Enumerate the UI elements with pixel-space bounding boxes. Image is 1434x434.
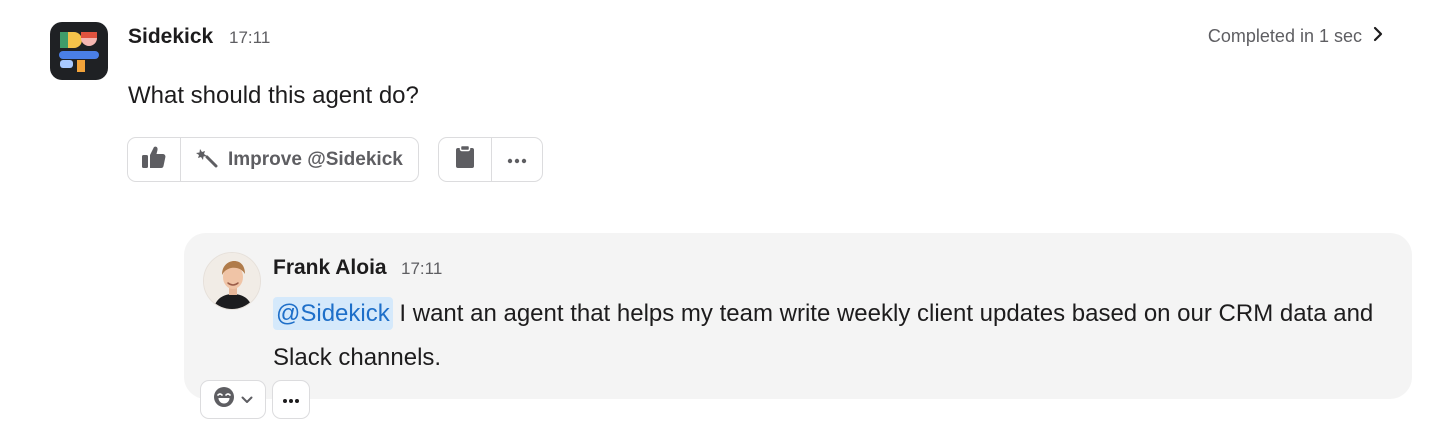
agent-sender-name[interactable]: Sidekick bbox=[128, 25, 213, 49]
chevron-right-icon bbox=[1372, 26, 1384, 47]
magic-wand-icon bbox=[196, 146, 218, 173]
more-icon bbox=[507, 151, 527, 169]
thumbs-up-button[interactable] bbox=[128, 138, 180, 181]
chevron-down-icon bbox=[241, 391, 253, 409]
clipboard-icon bbox=[455, 144, 475, 174]
completion-status[interactable]: Completed in 1 sec bbox=[1208, 26, 1384, 47]
emoji-icon bbox=[213, 386, 235, 413]
user-message-body: I want an agent that helps my team write… bbox=[273, 300, 1374, 371]
user-timestamp[interactable]: 17:11 bbox=[401, 259, 442, 279]
user-message-more-button[interactable] bbox=[272, 380, 310, 419]
user-message-text: @Sidekick I want an agent that helps my … bbox=[273, 292, 1398, 380]
feedback-actions: Improve @Sidekick bbox=[127, 137, 419, 182]
add-reaction-button[interactable] bbox=[200, 380, 266, 419]
message-actions bbox=[438, 137, 543, 182]
improve-sidekick-label: Improve @Sidekick bbox=[228, 148, 403, 170]
more-actions-button[interactable] bbox=[491, 138, 542, 181]
user-avatar[interactable] bbox=[203, 252, 261, 310]
sidekick-mention[interactable]: @Sidekick bbox=[273, 297, 393, 330]
user-photo bbox=[204, 253, 260, 309]
user-sender-name[interactable]: Frank Aloia bbox=[273, 256, 387, 280]
more-icon bbox=[282, 391, 300, 409]
sidekick-logo-icon bbox=[59, 32, 99, 72]
thumbs-up-icon bbox=[141, 145, 167, 174]
copy-button[interactable] bbox=[439, 138, 491, 181]
sidekick-avatar[interactable] bbox=[50, 22, 108, 80]
improve-sidekick-button[interactable]: Improve @Sidekick bbox=[180, 138, 418, 181]
agent-timestamp[interactable]: 17:11 bbox=[229, 28, 270, 48]
completion-status-label: Completed in 1 sec bbox=[1207, 26, 1362, 46]
agent-message-text: What should this agent do? bbox=[128, 82, 419, 109]
